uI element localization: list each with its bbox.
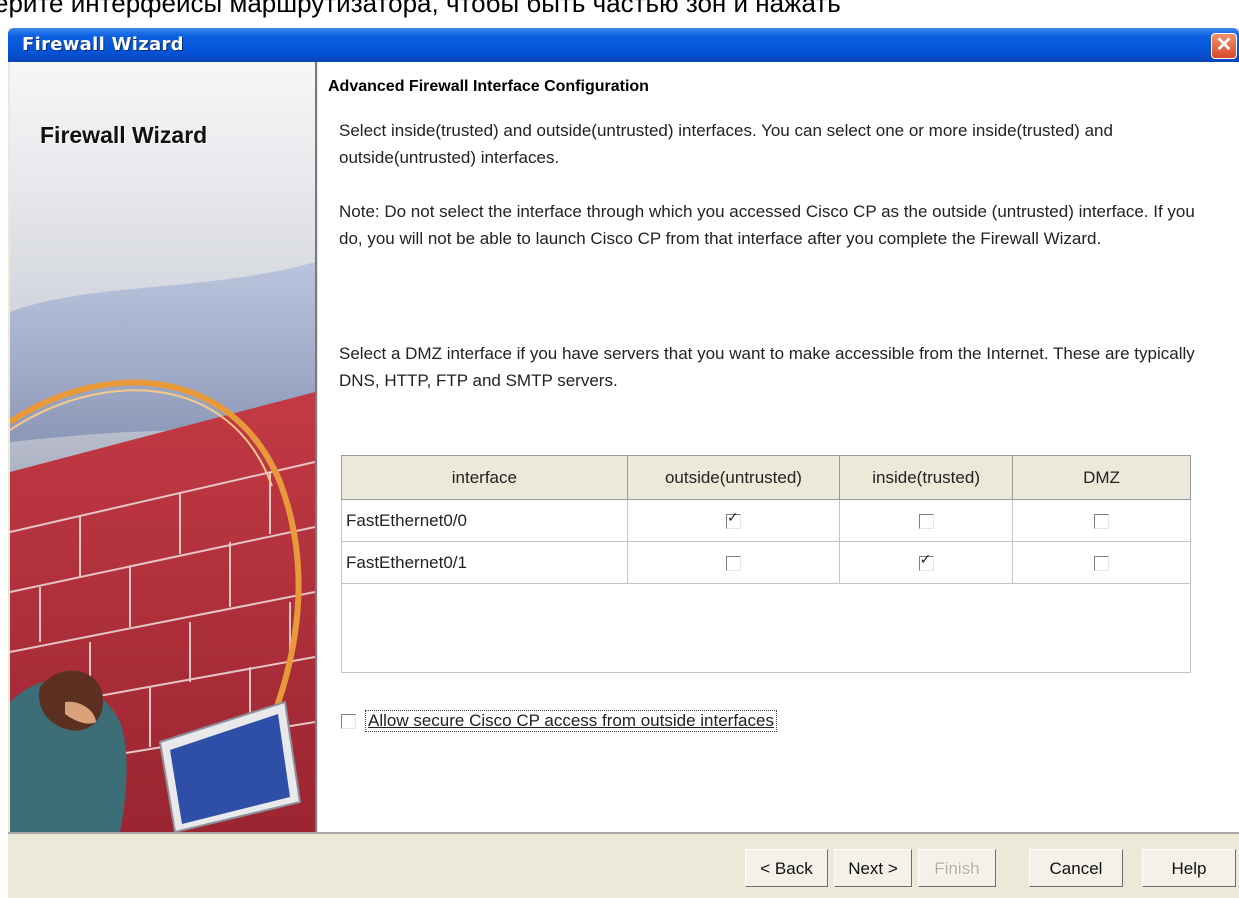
help-button[interactable]: Help bbox=[1142, 849, 1236, 887]
cancel-button[interactable]: Cancel bbox=[1029, 849, 1123, 887]
wizard-content: Advanced Firewall Interface Configuratio… bbox=[318, 62, 1239, 832]
column-header-dmz[interactable]: DMZ bbox=[1012, 455, 1191, 500]
title-bar[interactable]: Firewall Wizard ✕ bbox=[8, 28, 1239, 62]
dmz-checkbox[interactable] bbox=[1094, 555, 1110, 571]
page-heading: Advanced Firewall Interface Configuratio… bbox=[328, 78, 649, 95]
empty-table-area bbox=[341, 583, 1191, 673]
finish-button: Finish bbox=[918, 849, 996, 887]
instruction-dmz: Select a DMZ interface if you have serve… bbox=[339, 344, 1195, 390]
column-header-inside[interactable]: inside(trusted) bbox=[839, 455, 1014, 500]
outside-checkbox[interactable] bbox=[725, 555, 741, 571]
inside-checkbox[interactable] bbox=[918, 513, 934, 529]
allow-access-label[interactable]: Allow secure Cisco CP access from outsid… bbox=[365, 710, 777, 732]
panel-divider bbox=[315, 62, 317, 832]
column-header-interface[interactable]: interface bbox=[341, 455, 628, 500]
interface-table: interface outside(untrusted) inside(trus… bbox=[341, 455, 1191, 673]
outside-checkbox[interactable] bbox=[725, 510, 741, 529]
table-row[interactable]: FastEthernet0/0 bbox=[341, 499, 1191, 542]
side-panel-title: Firewall Wizard bbox=[40, 122, 208, 148]
next-button[interactable]: Next > bbox=[834, 849, 912, 887]
instruction-interfaces: Select inside(trusted) and outside(untru… bbox=[339, 121, 1113, 167]
table-header-row: interface outside(untrusted) inside(trus… bbox=[341, 455, 1191, 500]
window-title: Firewall Wizard bbox=[22, 34, 184, 55]
table-row[interactable]: FastEthernet0/1 bbox=[341, 541, 1191, 584]
wizard-side-panel: Firewall Wizard bbox=[10, 62, 315, 832]
firewall-wizard-window: Firewall Wizard ✕ Firewall Wizard Advanc… bbox=[8, 28, 1239, 898]
back-button[interactable]: < Back bbox=[745, 849, 828, 887]
firewall-illustration bbox=[10, 262, 315, 832]
caption-text: ерите интерфейсы маршрутизатора, чтобы б… bbox=[0, 0, 841, 18]
dmz-checkbox[interactable] bbox=[1094, 513, 1110, 529]
column-header-outside[interactable]: outside(untrusted) bbox=[626, 455, 841, 500]
button-bar: < Back Next > Finish Cancel Help bbox=[8, 834, 1239, 898]
page-caption: ерите интерфейсы маршрутизатора, чтобы б… bbox=[0, 0, 1239, 28]
note-text: Note: Do not select the interface throug… bbox=[339, 202, 1195, 248]
close-icon: ✕ bbox=[1215, 34, 1233, 56]
allow-access-checkbox[interactable] bbox=[341, 714, 356, 729]
empty-cell bbox=[341, 583, 1191, 673]
inside-checkbox[interactable] bbox=[918, 552, 934, 571]
interface-name: FastEthernet0/0 bbox=[341, 499, 628, 542]
interface-name: FastEthernet0/1 bbox=[341, 541, 628, 584]
close-button[interactable]: ✕ bbox=[1211, 33, 1237, 59]
